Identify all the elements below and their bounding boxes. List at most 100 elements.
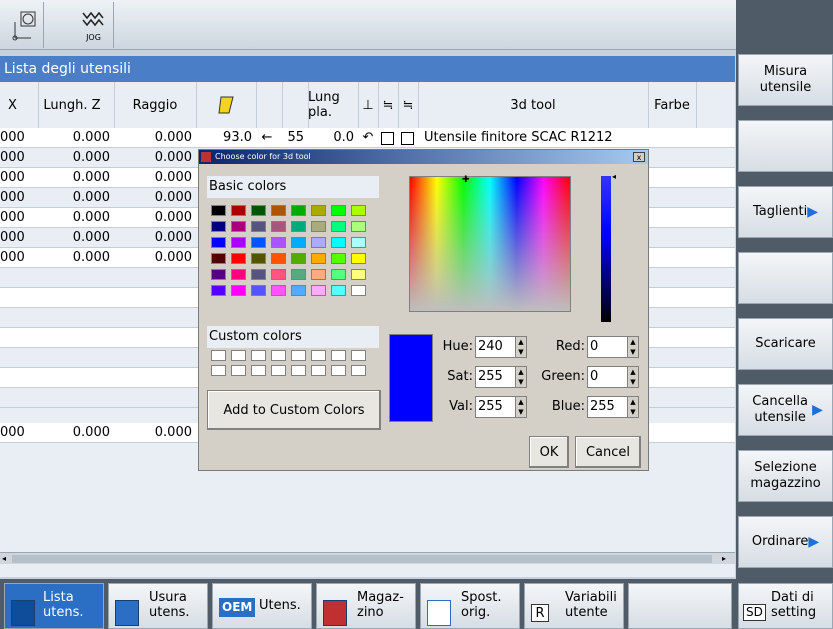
sat-spin-icon[interactable]: ▲ ▼: [515, 367, 526, 387]
custom-color-slot[interactable]: [251, 350, 266, 361]
color-swatch[interactable]: [231, 285, 246, 296]
custom-color-slot[interactable]: [291, 365, 306, 376]
color-swatch[interactable]: [271, 237, 286, 248]
color-swatch[interactable]: [311, 269, 326, 280]
color-swatch[interactable]: [211, 269, 226, 280]
color-swatch[interactable]: [231, 237, 246, 248]
luminance-arrow-icon[interactable]: ◂: [612, 172, 616, 181]
color-swatch[interactable]: [311, 237, 326, 248]
softkey-empty-2[interactable]: [738, 252, 833, 304]
color-swatch[interactable]: [351, 205, 366, 216]
softkey-oem-utens[interactable]: OEM Utens.: [212, 583, 312, 629]
softkey-usura-utens[interactable]: Usura utens.: [108, 583, 208, 629]
softkey-scaricare[interactable]: Scaricare: [738, 318, 833, 370]
scroll-right-icon[interactable]: ▸: [722, 554, 732, 564]
color-swatch[interactable]: [231, 205, 246, 216]
color-swatch[interactable]: [331, 253, 346, 264]
color-swatch[interactable]: [311, 221, 326, 232]
color-swatch[interactable]: [231, 269, 246, 280]
color-swatch[interactable]: [271, 221, 286, 232]
softkey-taglienti[interactable]: Taglienti ▶: [738, 186, 833, 238]
custom-color-slot[interactable]: [351, 350, 366, 361]
custom-color-slot[interactable]: [291, 350, 306, 361]
color-swatch[interactable]: [271, 253, 286, 264]
color-swatch[interactable]: [351, 237, 366, 248]
color-swatch[interactable]: [311, 205, 326, 216]
color-swatch[interactable]: [311, 253, 326, 264]
custom-color-slot[interactable]: [251, 365, 266, 376]
color-swatch[interactable]: [211, 285, 226, 296]
color-swatch[interactable]: [211, 253, 226, 264]
custom-color-slot[interactable]: [211, 350, 226, 361]
color-swatch[interactable]: [251, 205, 266, 216]
blue-input[interactable]: 255 ▲ ▼: [587, 396, 639, 418]
val-spin-icon[interactable]: ▲ ▼: [515, 397, 526, 417]
custom-color-slot[interactable]: [311, 350, 326, 361]
custom-color-slot[interactable]: [271, 365, 286, 376]
color-swatch[interactable]: [211, 221, 226, 232]
custom-color-slot[interactable]: [331, 365, 346, 376]
color-swatch[interactable]: [251, 237, 266, 248]
ok-button[interactable]: OK: [529, 436, 569, 468]
color-swatch[interactable]: [291, 221, 306, 232]
color-swatch[interactable]: [251, 253, 266, 264]
color-swatch[interactable]: [331, 269, 346, 280]
coolant-1-checkbox[interactable]: [381, 132, 394, 145]
color-swatch[interactable]: [231, 253, 246, 264]
color-swatch[interactable]: [251, 269, 266, 280]
custom-color-slot[interactable]: [271, 350, 286, 361]
custom-color-slot[interactable]: [331, 350, 346, 361]
color-swatch[interactable]: [291, 253, 306, 264]
color-swatch[interactable]: [251, 221, 266, 232]
scroll-left-icon[interactable]: ◂: [2, 554, 12, 564]
blue-spin-icon[interactable]: ▲ ▼: [627, 397, 638, 417]
color-swatch[interactable]: [351, 269, 366, 280]
softkey-selezione-magazzino[interactable]: Selezione magazzino: [738, 450, 833, 502]
softkey-dati-setting[interactable]: SD Dati di setting: [738, 583, 833, 629]
color-swatch[interactable]: [291, 237, 306, 248]
val-input[interactable]: 255 ▲ ▼: [475, 396, 527, 418]
softkey-magazzino[interactable]: Magaz- zino: [316, 583, 416, 629]
red-spin-icon[interactable]: ▲ ▼: [627, 337, 638, 357]
custom-color-slot[interactable]: [231, 350, 246, 361]
softkey-ordinare[interactable]: Ordinare ▶: [738, 516, 833, 568]
hue-spin-icon[interactable]: ▲ ▼: [515, 337, 526, 357]
green-spin-icon[interactable]: ▲ ▼: [627, 367, 638, 387]
color-spectrum[interactable]: ✚: [409, 175, 571, 312]
softkey-empty-bottom[interactable]: [628, 583, 732, 629]
softkey-misura-utensile[interactable]: Misura utensile: [738, 54, 833, 106]
custom-color-slot[interactable]: [311, 365, 326, 376]
hue-input[interactable]: 240 ▲ ▼: [475, 336, 527, 358]
horizontal-scrollbar[interactable]: ◂ ▸: [0, 552, 735, 564]
color-swatch[interactable]: [211, 237, 226, 248]
softkey-spost-orig[interactable]: Spost. orig.: [420, 583, 520, 629]
color-swatch[interactable]: [331, 205, 346, 216]
color-swatch[interactable]: [291, 269, 306, 280]
custom-color-slot[interactable]: [211, 365, 226, 376]
softkey-lista-utens[interactable]: Lista utens.: [4, 583, 104, 629]
custom-color-slot[interactable]: [231, 365, 246, 376]
softkey-variabili-utente[interactable]: R Variabili utente: [524, 583, 624, 629]
cancel-button[interactable]: Cancel: [575, 436, 641, 468]
color-swatch[interactable]: [351, 285, 366, 296]
coolant-2-checkbox[interactable]: [401, 132, 414, 145]
color-swatch[interactable]: [251, 285, 266, 296]
custom-color-slot[interactable]: [351, 365, 366, 376]
jog-mode-icon[interactable]: JOG: [74, 2, 114, 48]
color-swatch[interactable]: [331, 285, 346, 296]
close-icon[interactable]: x: [633, 152, 645, 162]
green-input[interactable]: 0 ▲ ▼: [587, 366, 639, 388]
luminance-bar[interactable]: [601, 176, 611, 322]
color-swatch[interactable]: [291, 285, 306, 296]
color-swatch[interactable]: [271, 269, 286, 280]
color-swatch[interactable]: [311, 285, 326, 296]
color-swatch[interactable]: [211, 205, 226, 216]
sat-input[interactable]: 255 ▲ ▼: [475, 366, 527, 388]
add-custom-colors-button[interactable]: Add to Custom Colors: [207, 390, 381, 430]
color-swatch[interactable]: [351, 253, 366, 264]
machine-axis-icon[interactable]: [4, 2, 44, 48]
color-swatch[interactable]: [331, 221, 346, 232]
color-swatch[interactable]: [231, 221, 246, 232]
red-input[interactable]: 0 ▲ ▼: [587, 336, 639, 358]
color-swatch[interactable]: [331, 237, 346, 248]
